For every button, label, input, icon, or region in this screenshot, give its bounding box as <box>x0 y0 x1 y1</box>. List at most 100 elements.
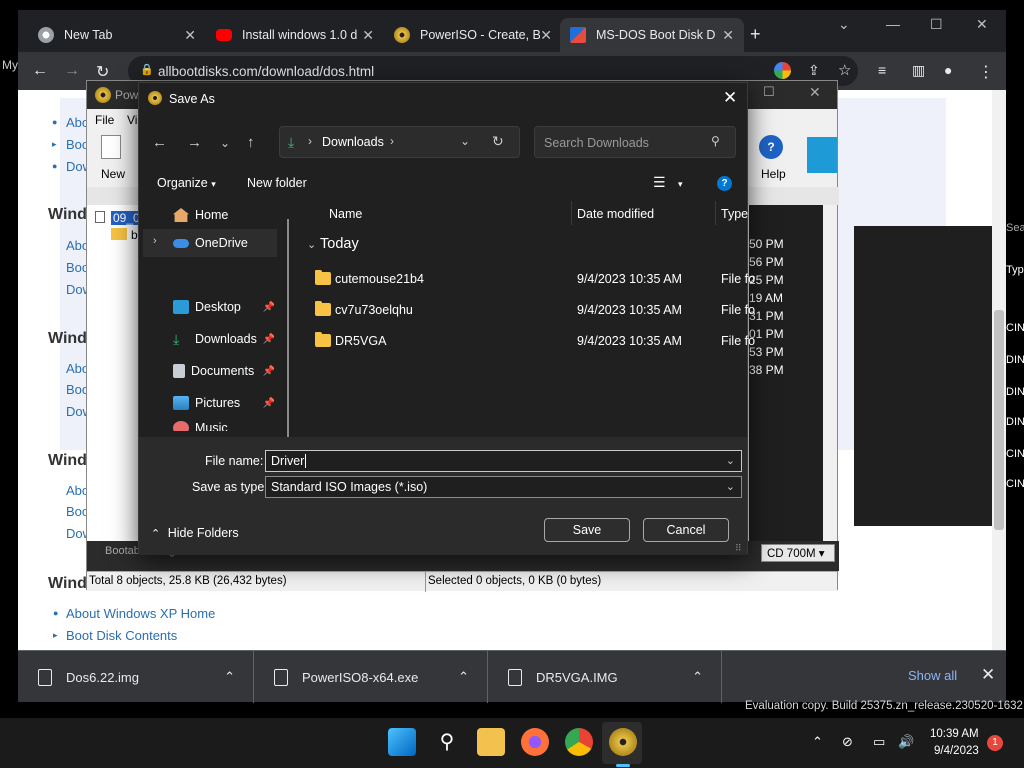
refresh-icon[interactable]: ↻ <box>492 133 504 150</box>
window-close-button[interactable]: ✕ <box>976 16 988 33</box>
close-icon[interactable]: ✕ <box>184 27 196 44</box>
tab-strip: New Tab ✕ Install windows 1.0 d ✕ PowerI… <box>18 10 1006 52</box>
media-control-icon[interactable]: ≡ <box>878 62 886 78</box>
tree-item-desktop[interactable]: Desktop 📌 <box>139 293 279 321</box>
forward-button[interactable]: → <box>64 62 80 80</box>
view-options-icon[interactable]: ☰ <box>653 174 666 191</box>
nav-link-boot-disk-contents[interactable]: Boot Disk Contents <box>66 628 177 643</box>
chevron-up-icon[interactable]: ⌃ <box>224 669 235 685</box>
help-button[interactable]: Help <box>761 167 786 181</box>
tab-new-tab[interactable]: New Tab ✕ <box>28 18 206 52</box>
file-row[interactable]: DR5VGA 9/4/2023 10:35 AM File fo <box>299 327 755 355</box>
file-name-input[interactable]: Driver ⌄ <box>265 450 742 472</box>
tab-msdos-boot-disk[interactable]: MS-DOS Boot Disk D ✕ <box>560 18 744 52</box>
back-button[interactable]: ← <box>152 134 167 151</box>
tree-item-music[interactable]: Music <box>139 421 279 431</box>
dialog-close-button[interactable]: ✕ <box>723 88 737 108</box>
recent-locations-chevron-icon[interactable]: ⌄ <box>220 136 230 150</box>
chevron-up-icon[interactable]: ⌃ <box>458 669 469 685</box>
firefox-icon[interactable] <box>521 728 549 756</box>
notification-badge[interactable]: 1 <box>987 735 1003 751</box>
search-icon[interactable]: ⚲ <box>433 728 461 756</box>
new-folder-button[interactable]: New folder <box>247 176 307 190</box>
maximize-button[interactable]: ☐ <box>763 84 775 100</box>
column-divider[interactable] <box>715 201 716 225</box>
profile-icon[interactable]: ● <box>944 62 952 78</box>
tree-item-downloads[interactable]: ⤓ Downloads 📌 <box>139 325 279 353</box>
clock-time[interactable]: 10:39 AM <box>930 728 979 740</box>
new-button[interactable]: New <box>101 167 125 181</box>
close-icon[interactable]: ✕ <box>722 27 734 44</box>
close-icon[interactable]: ✕ <box>362 27 374 44</box>
column-date-modified[interactable]: Date modified <box>577 207 654 221</box>
tab-install-windows[interactable]: Install windows 1.0 d ✕ <box>206 18 384 52</box>
cancel-button[interactable]: Cancel <box>643 518 729 542</box>
save-button[interactable]: Save <box>544 518 630 542</box>
download-item[interactable]: PowerISO8-x64.exe ⌃ <box>254 651 488 703</box>
file-explorer-icon[interactable] <box>477 728 505 756</box>
tree-item-pictures[interactable]: Pictures 📌 <box>139 389 279 417</box>
column-type[interactable]: Type <box>721 207 748 221</box>
close-button[interactable]: ✕ <box>809 84 821 101</box>
file-row[interactable]: cutemouse21b4 9/4/2023 10:35 AM File fo <box>299 265 755 293</box>
file-row[interactable]: cv7u73oelqhu 9/4/2023 10:35 AM File fo <box>299 296 755 324</box>
help-icon[interactable]: ? <box>717 176 732 191</box>
hide-folders-button[interactable]: ⌃ Hide Folders <box>151 526 239 540</box>
forward-button[interactable]: → <box>187 134 202 151</box>
chrome-icon[interactable] <box>565 728 593 756</box>
next-icon[interactable] <box>807 137 837 173</box>
column-name[interactable]: Name <box>329 207 362 221</box>
clock-date[interactable]: 9/4/2023 <box>934 745 979 757</box>
breadcrumb-downloads[interactable]: Downloads <box>322 135 384 149</box>
pin-icon: 📌 <box>262 301 275 313</box>
chevron-right-icon[interactable]: › <box>153 235 157 247</box>
menu-file[interactable]: File <box>95 113 114 127</box>
address-breadcrumb[interactable]: ⤓ › Downloads › ⌄ ↻ <box>279 126 520 158</box>
reload-button[interactable]: ↻ <box>96 62 109 82</box>
chevron-up-icon[interactable]: ⌃ <box>812 734 823 750</box>
minimize-button[interactable]: — <box>886 16 900 32</box>
scroll-thumb[interactable] <box>994 310 1004 530</box>
tree-item-documents[interactable]: Documents 📌 <box>139 357 279 385</box>
chevron-right-icon[interactable]: › <box>390 134 394 148</box>
save-as-type-select[interactable]: Standard ISO Images (*.iso) ⌄ <box>265 476 742 498</box>
media-size-select[interactable]: CD 700M ▾ <box>761 544 835 562</box>
status-selected: Selected 0 objects, 0 KB (0 bytes) <box>428 575 602 587</box>
column-divider[interactable] <box>571 201 572 225</box>
profile-fragment: My <box>2 58 18 72</box>
organize-button[interactable]: Organize ▾ <box>157 176 216 190</box>
download-item[interactable]: DR5VGA.IMG ⌃ <box>488 651 722 703</box>
google-icon[interactable] <box>774 62 791 79</box>
tree-item-onedrive[interactable]: › OneDrive <box>143 229 277 257</box>
network-icon[interactable]: ⊘ <box>842 734 853 750</box>
share-icon[interactable]: ⇪ <box>808 62 820 79</box>
start-button[interactable] <box>388 728 416 756</box>
maximize-button[interactable]: ☐ <box>930 16 943 33</box>
nav-link-about-xp[interactable]: About Windows XP Home <box>66 606 215 621</box>
volume-icon[interactable]: 🔊 <box>898 734 914 750</box>
show-all-link[interactable]: Show all <box>908 668 957 683</box>
new-tab-button[interactable]: + <box>750 24 761 45</box>
chevron-down-icon[interactable]: ⌄ <box>726 454 735 467</box>
tree-item-folder[interactable]: b <box>131 228 138 242</box>
tab-poweriso[interactable]: PowerISO - Create, B ✕ <box>384 18 562 52</box>
display-icon[interactable]: ▭ <box>873 734 885 750</box>
chevron-up-icon[interactable]: ⌃ <box>692 669 703 685</box>
close-icon[interactable]: ✕ <box>540 27 552 44</box>
menu-view[interactable]: Vi <box>127 113 137 127</box>
tab-search-icon[interactable]: ⌄ <box>838 16 850 33</box>
poweriso-icon[interactable] <box>609 728 637 756</box>
side-panel-icon[interactable]: ▥ <box>912 62 925 79</box>
close-downloads-bar-button[interactable]: ✕ <box>981 665 995 685</box>
back-button[interactable]: ← <box>32 62 48 80</box>
download-item[interactable]: Dos6.22.img ⌃ <box>18 651 254 703</box>
bookmark-star-icon[interactable]: ☆ <box>838 61 851 79</box>
up-button[interactable]: ↑ <box>247 134 255 151</box>
group-header-today[interactable]: ⌄ Today <box>307 236 359 252</box>
search-input[interactable]: Search Downloads ⚲ <box>534 126 736 158</box>
tree-item-home[interactable]: Home <box>139 201 279 229</box>
chevron-down-icon[interactable]: ▾ <box>678 179 683 190</box>
chevron-down-icon[interactable]: ⌄ <box>460 134 470 148</box>
resize-grip-icon[interactable]: ⠿ <box>735 543 742 554</box>
menu-icon[interactable]: ⋮ <box>978 62 994 82</box>
